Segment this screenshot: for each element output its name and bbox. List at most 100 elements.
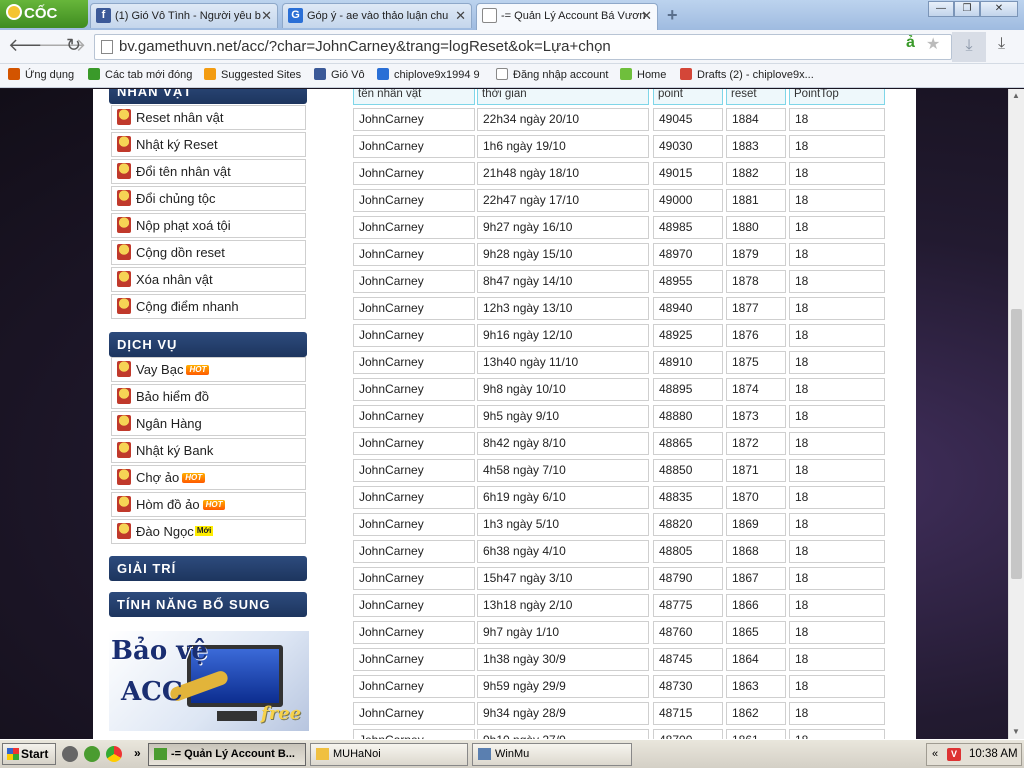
table-cell: 48865 xyxy=(653,432,723,455)
taskbar-window-1[interactable]: -= Quản Lý Account B... xyxy=(148,743,306,766)
sidebar-item[interactable]: Đào Ngọc Mới xyxy=(111,519,306,544)
table-cell: 1h6 ngày 19/10 xyxy=(477,135,649,158)
table-cell: 18 xyxy=(789,486,885,509)
table-cell: 48880 xyxy=(653,405,723,428)
bookmark-3[interactable]: Suggested Sites xyxy=(204,68,301,82)
apps-icon xyxy=(8,68,20,80)
quicklaunch-coccoc-icon[interactable] xyxy=(84,746,100,762)
bookmark-4[interactable]: Gió Vô xyxy=(314,68,365,82)
quicklaunch-chrome-icon[interactable] xyxy=(106,746,122,762)
table-cell: 6h38 ngày 4/10 xyxy=(477,540,649,563)
sidebar-item[interactable]: Xóa nhân vật xyxy=(111,267,306,292)
sidebar-item[interactable]: Đổi tên nhân vật xyxy=(111,159,306,184)
bookmark-2[interactable]: Các tab mới đóng xyxy=(88,68,192,82)
column-header: point xyxy=(653,89,723,105)
sidebar-item-label: Ngân Hàng xyxy=(136,416,202,431)
tab-1[interactable]: f (1) Gió Vô Tình - Người yêu b ✕ xyxy=(90,3,278,28)
sidebar-item[interactable]: Chợ ảo HOT xyxy=(111,465,306,490)
close-icon[interactable]: ✕ xyxy=(455,4,466,28)
reload-button[interactable]: ↻ xyxy=(66,35,81,56)
url-text: bv.gamethuvn.net/acc/?char=JohnCarney&tr… xyxy=(119,38,611,55)
site-g-icon xyxy=(377,68,389,80)
table-cell: JohnCarney xyxy=(353,162,475,185)
browser-logo[interactable]: CỐC CỐC xyxy=(0,0,88,50)
table-cell: 18 xyxy=(789,432,885,455)
extension-icon[interactable]: ả xyxy=(906,34,915,52)
download-icon[interactable]: ⤓ xyxy=(998,35,1005,53)
close-icon[interactable]: ✕ xyxy=(261,4,272,28)
table-cell: 1866 xyxy=(726,594,786,617)
sidebar-item-label: Nộp phạt xoá tội xyxy=(136,218,231,233)
table-cell: 1880 xyxy=(726,216,786,239)
taskbar-window-3[interactable]: WinMu xyxy=(472,743,632,766)
download-manager-button[interactable]: ⤓ xyxy=(952,32,986,62)
sidebar-item[interactable]: Vay Bạc HOT xyxy=(111,357,306,382)
sidebar-item[interactable]: Reset nhân vật xyxy=(111,105,306,130)
sidebar-heading-entertainment[interactable]: GIẢI TRÍ xyxy=(109,556,307,581)
menu-bullet-icon xyxy=(117,523,131,539)
tray-expand-icon[interactable]: « xyxy=(932,744,938,765)
bookmark-label: Đăng nhập account xyxy=(513,69,609,81)
sidebar-item[interactable]: Cộng dồn reset xyxy=(111,240,306,265)
minimize-button[interactable]: — xyxy=(928,1,954,17)
sidebar-item[interactable]: Nộp phạt xoá tội xyxy=(111,213,306,238)
tab-title: Góp ý - ae vào thảo luận chu xyxy=(307,10,449,22)
bookmark-star-icon[interactable]: ★ xyxy=(926,34,940,54)
sidebar-item[interactable]: Bảo hiểm đồ xyxy=(111,384,306,409)
close-window-button[interactable]: ✕ xyxy=(980,1,1018,17)
tab-3[interactable]: -= Quản Lý Account Bá Vươn ✕ xyxy=(476,3,658,30)
start-button[interactable]: Start xyxy=(2,743,56,765)
scroll-thumb[interactable] xyxy=(1011,309,1022,579)
bookmark-1[interactable]: Ứng dụng xyxy=(8,68,74,82)
quicklaunch-app-icon[interactable] xyxy=(62,746,78,762)
sidebar-item[interactable]: Cộng điểm nhanh xyxy=(111,294,306,319)
page-scrollbar[interactable]: ▲ ▼ xyxy=(1008,89,1024,739)
close-icon[interactable]: ✕ xyxy=(641,4,652,28)
bookmark-8[interactable]: Drafts (2) - chiplove9x... xyxy=(680,68,814,82)
scroll-down-icon[interactable]: ▼ xyxy=(1012,727,1020,736)
table-cell: 9h7 ngày 1/10 xyxy=(477,621,649,644)
tray-app-icon[interactable]: V xyxy=(947,748,961,761)
sidebar-item-label: Nhật ký Bank xyxy=(136,443,214,458)
menu-bullet-icon xyxy=(117,217,131,233)
bookmark-6[interactable]: Đăng nhập account xyxy=(496,68,608,82)
table-cell: 1878 xyxy=(726,270,786,293)
table-cell: JohnCarney xyxy=(353,297,475,320)
table-cell: 18 xyxy=(789,324,885,347)
bookmark-5[interactable]: chiplove9x1994 9 xyxy=(377,68,480,82)
address-bar[interactable]: bv.gamethuvn.net/acc/?char=JohnCarney&tr… xyxy=(94,34,952,60)
sidebar-item[interactable]: Đổi chủng tộc xyxy=(111,186,306,211)
bookmark-7[interactable]: Home xyxy=(620,68,666,82)
sidebar-item[interactable]: Nhật ký Bank xyxy=(111,438,306,463)
sidebar-item-label: Cộng điểm nhanh xyxy=(136,299,239,314)
table-cell: JohnCarney xyxy=(353,216,475,239)
sidebar-item-label: Vay Bạc xyxy=(136,362,184,377)
menu-bullet-icon xyxy=(117,109,131,125)
sidebar-item[interactable]: Nhật ký Reset xyxy=(111,132,306,157)
protect-account-banner[interactable]: Bảo vệ ACC free xyxy=(109,631,309,731)
sidebar-item[interactable]: Hòm đồ ảo HOT xyxy=(111,492,306,517)
sidebar-item[interactable]: Ngân Hàng xyxy=(111,411,306,436)
taskbar-window-2[interactable]: MUHaNoi xyxy=(310,743,468,766)
tab-2[interactable]: G Góp ý - ae vào thảo luận chu ✕ xyxy=(282,3,472,28)
menu-bullet-icon xyxy=(117,361,131,377)
bookmarks-bar: Ứng dụng Các tab mới đóng Suggested Sites G… xyxy=(0,64,1024,88)
table-cell: 18 xyxy=(789,675,885,698)
maximize-button[interactable]: ❐ xyxy=(954,1,980,17)
menu-bullet-icon xyxy=(117,190,131,206)
table-cell: 18 xyxy=(789,108,885,131)
menu-bullet-icon xyxy=(117,136,131,152)
column-header: PointTop xyxy=(789,89,885,105)
quicklaunch-more-icon[interactable]: » xyxy=(134,746,141,760)
table-cell: JohnCarney xyxy=(353,567,475,590)
table-cell: 1877 xyxy=(726,297,786,320)
table-cell: 8h42 ngày 8/10 xyxy=(477,432,649,455)
table-cell: 18 xyxy=(789,648,885,671)
new-tab-button[interactable]: + xyxy=(667,5,678,26)
sidebar-heading-extras[interactable]: TÍNH NĂNG BỔ SUNG xyxy=(109,592,307,617)
scroll-up-icon[interactable]: ▲ xyxy=(1012,91,1020,100)
table-cell: 48955 xyxy=(653,270,723,293)
sidebar-item-label: Reset nhân vật xyxy=(136,110,224,125)
table-cell: 22h34 ngày 20/10 xyxy=(477,108,649,131)
toolbar: 🡐 🡒 ↻ bv.gamethuvn.net/acc/?char=JohnCar… xyxy=(0,30,1024,64)
